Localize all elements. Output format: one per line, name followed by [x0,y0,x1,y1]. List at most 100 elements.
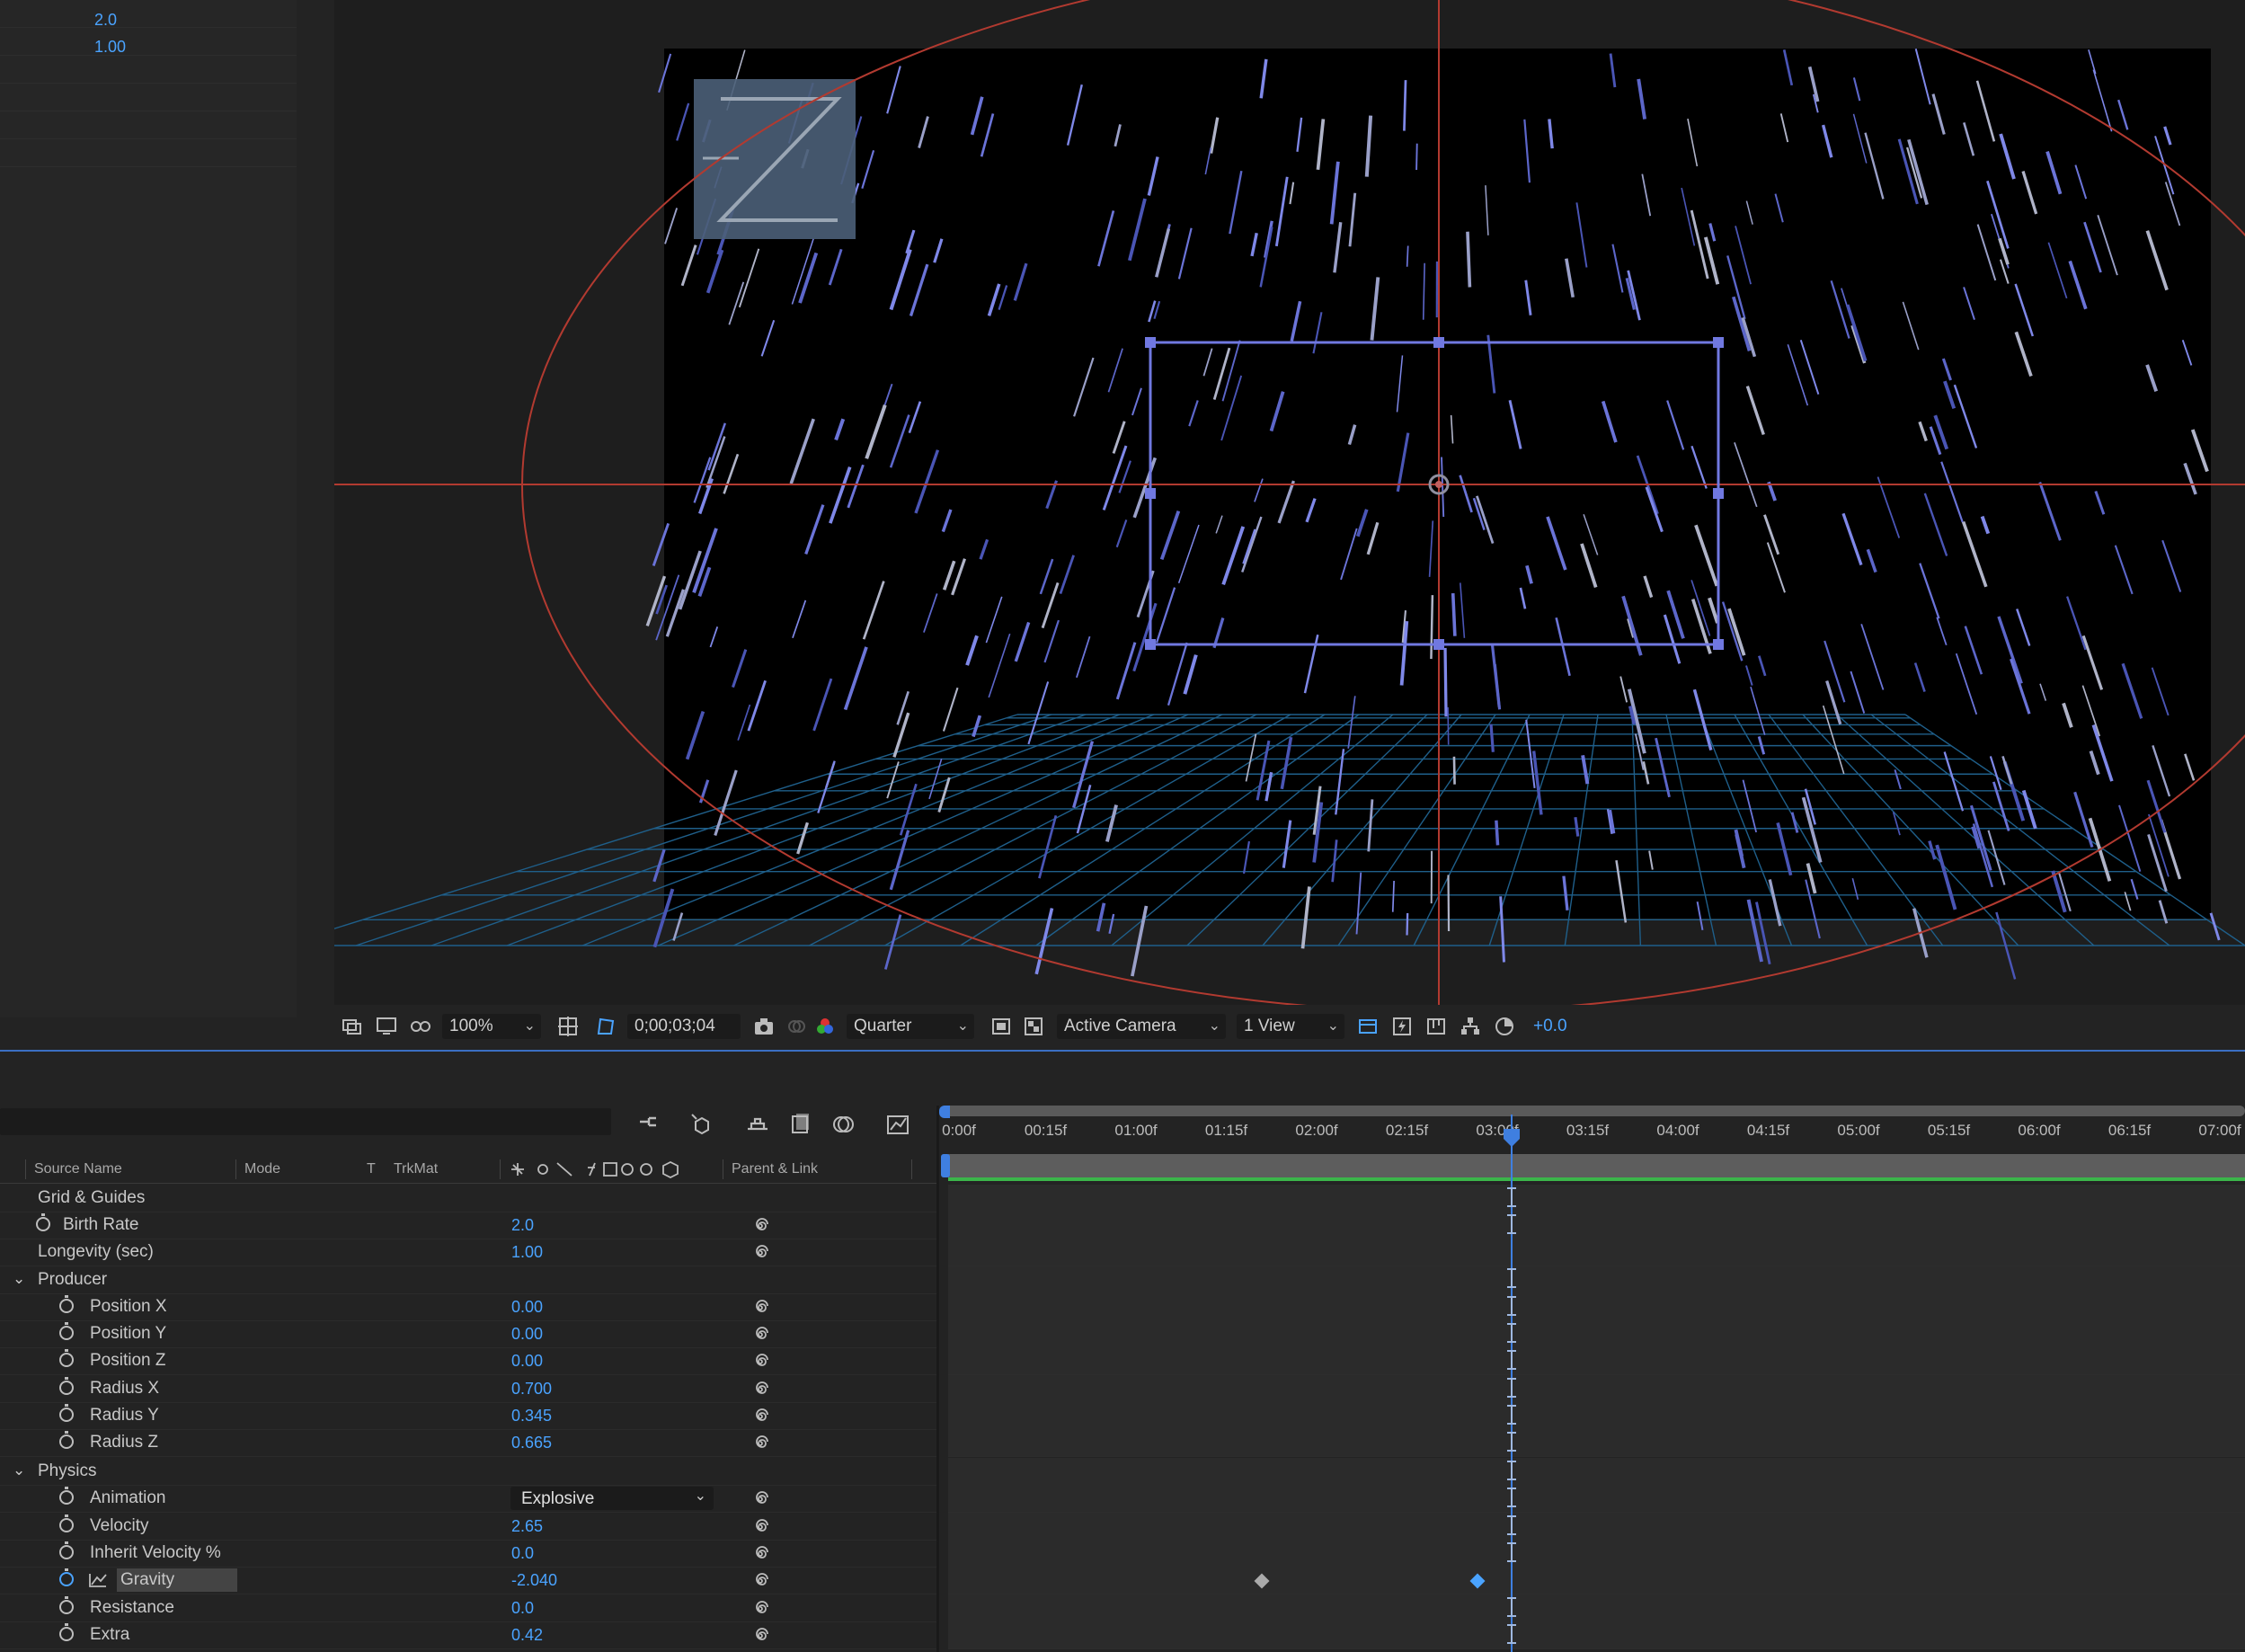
current-time-display[interactable]: 0;00;03;04 [627,1014,741,1039]
stopwatch-icon[interactable] [59,1596,74,1614]
property-row-grid-guides[interactable]: Grid & Guides [0,1185,936,1212]
pick-whip-icon[interactable] [751,1353,769,1371]
property-value[interactable]: 0.0 [511,1544,534,1563]
monitor-icon[interactable] [376,1016,397,1037]
property-row-position-z[interactable]: Position Z 0.00 [0,1347,936,1375]
effect-value-longevity[interactable]: 1.00 [94,38,126,57]
pick-whip-icon[interactable] [751,1518,769,1536]
property-value[interactable]: 0.345 [511,1407,552,1426]
pick-whip-icon[interactable] [751,1326,769,1344]
stopwatch-icon[interactable] [59,1295,74,1313]
property-row-position-y[interactable]: Position Y 0.00 [0,1320,936,1348]
flowchart-icon[interactable] [1460,1016,1481,1037]
twirl-down-icon[interactable]: ⌄ [13,1461,25,1479]
timeline-panel-icon[interactable] [1425,1016,1447,1037]
property-value[interactable]: 0.00 [511,1298,543,1317]
view-layout-dropdown[interactable]: 1 View ⌄ [1237,1014,1344,1039]
property-value[interactable]: 0.00 [511,1325,543,1344]
property-track[interactable] [948,1458,2245,1486]
property-track[interactable] [948,1375,2245,1403]
pick-whip-icon[interactable] [751,1627,769,1645]
stopwatch-active-icon[interactable] [59,1568,74,1586]
shy-layers-icon[interactable] [744,1111,771,1138]
pick-whip-icon[interactable] [751,1572,769,1590]
mask-icon[interactable] [410,1016,431,1037]
property-track[interactable] [948,1347,2245,1375]
property-row-radius-z[interactable]: Radius Z 0.665 [0,1429,936,1457]
property-value[interactable]: 0.42 [511,1626,543,1645]
channel-color-icon[interactable] [814,1016,836,1037]
property-track[interactable] [948,1185,2245,1212]
stopwatch-icon[interactable] [59,1377,74,1395]
property-row-longevity[interactable]: Longevity (sec) 1.00 [0,1239,936,1266]
property-row-radius-y[interactable]: Radius Y 0.345 [0,1402,936,1430]
property-row-gravity[interactable]: Gravity -2.040 [0,1567,936,1594]
fast-previews-icon[interactable] [1391,1016,1413,1037]
resolution-dropdown[interactable]: Quarter ⌄ [847,1014,974,1039]
timeline-search-input[interactable] [0,1108,611,1135]
zoom-dropdown[interactable]: 100% ⌄ [442,1014,541,1039]
camera-view-dropdown[interactable]: Active Camera ⌄ [1057,1014,1226,1039]
source-name-header[interactable]: Source Name [34,1161,122,1177]
stopwatch-icon[interactable] [59,1322,74,1340]
stopwatch-icon[interactable] [59,1623,74,1641]
stopwatch-icon[interactable] [59,1431,74,1449]
layer-in-point-handle[interactable] [941,1154,950,1177]
effect-row-birth-rate[interactable]: 2.0 [0,0,297,30]
property-value[interactable]: 0.665 [511,1434,552,1452]
motion-blur-icon[interactable] [830,1111,857,1138]
twirl-down-icon[interactable]: ⌄ [13,1270,25,1288]
property-track[interactable] [948,1429,2245,1457]
t-header[interactable]: T [367,1161,376,1177]
trkmat-header[interactable]: TrkMat [394,1161,438,1177]
parent-link-header[interactable]: Parent & Link [732,1161,818,1177]
property-track[interactable] [948,1320,2245,1348]
property-value[interactable]: 0.00 [511,1352,543,1371]
pick-whip-icon[interactable] [751,1244,769,1262]
property-row-animation[interactable]: Animation Explosive ⌄ [0,1485,936,1513]
property-track[interactable] [948,1239,2245,1266]
always-preview-icon[interactable] [342,1016,363,1037]
stopwatch-icon[interactable] [59,1541,74,1559]
property-value[interactable]: 1.00 [511,1243,543,1262]
layer-switches-header[interactable] [509,1159,697,1179]
pick-whip-icon[interactable] [751,1434,769,1452]
property-group-producer[interactable]: ⌄ Producer [0,1266,936,1294]
composition-mini-flowchart-icon[interactable] [636,1111,663,1138]
snapshot-camera-icon[interactable] [753,1016,775,1037]
property-track[interactable] [948,1293,2245,1321]
reset-exposure-icon[interactable] [1494,1016,1515,1037]
stopwatch-icon[interactable] [36,1213,50,1231]
show-snapshot-icon[interactable] [785,1016,807,1037]
viewer-canvas[interactable] [334,0,2245,1005]
property-track[interactable] [948,1212,2245,1239]
property-group-physics[interactable]: ⌄ Physics [0,1458,936,1486]
pick-whip-icon[interactable] [751,1600,769,1618]
pick-whip-icon[interactable] [751,1381,769,1399]
graph-editor-icon[interactable] [884,1111,911,1138]
mode-header[interactable]: Mode [244,1161,280,1177]
property-track[interactable] [948,1266,2245,1294]
graph-toggle-icon[interactable] [88,1572,108,1588]
property-row-velocity[interactable]: Velocity 2.65 [0,1513,936,1541]
stopwatch-icon[interactable] [59,1514,74,1532]
property-value[interactable]: 2.0 [511,1216,534,1235]
property-track[interactable] [948,1567,2245,1594]
pick-whip-icon[interactable] [751,1490,769,1508]
stopwatch-icon[interactable] [59,1487,74,1505]
stopwatch-icon[interactable] [59,1349,74,1367]
property-row-birth-rate[interactable]: Birth Rate 2.0 [0,1212,936,1239]
property-track[interactable] [948,1485,2245,1513]
playhead-handle-icon[interactable] [1503,1128,1521,1148]
property-row-resistance[interactable]: Resistance 0.0 [0,1594,936,1622]
property-track[interactable] [948,1540,2245,1568]
property-value[interactable]: 2.65 [511,1517,543,1536]
effect-value-birth-rate[interactable]: 2.0 [94,11,117,30]
property-row-radius-x[interactable]: Radius X 0.700 [0,1375,936,1403]
property-value[interactable]: 0.700 [511,1380,552,1399]
grid-options-icon[interactable] [557,1016,579,1037]
pick-whip-icon[interactable] [751,1217,769,1235]
region-of-interest-icon[interactable] [990,1016,1012,1037]
frame-blending-icon[interactable] [787,1111,814,1138]
exposure-value[interactable]: +0.0 [1533,1014,1567,1039]
